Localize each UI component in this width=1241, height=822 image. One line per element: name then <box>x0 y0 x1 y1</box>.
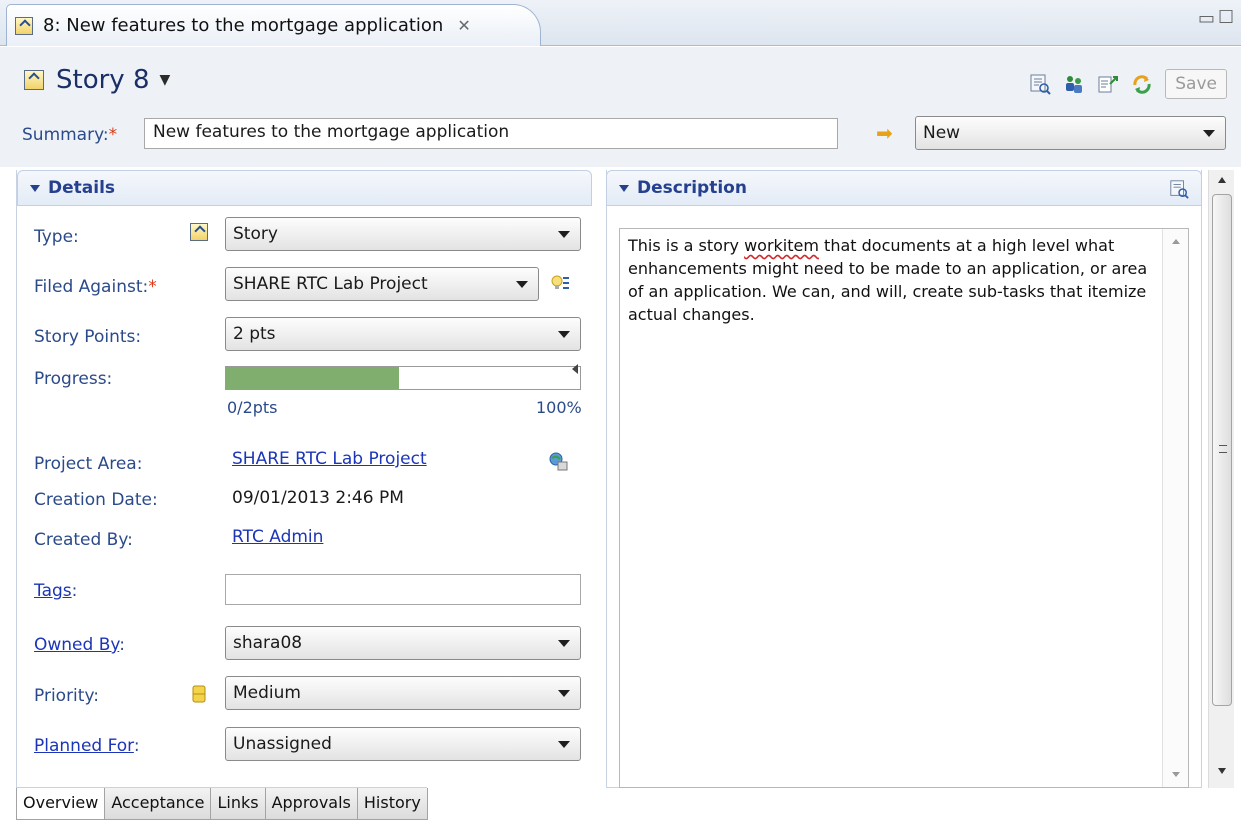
scroll-up-icon[interactable] <box>1172 239 1180 244</box>
created-by-label: Created By: <box>34 530 133 550</box>
project-area-icon[interactable] <box>547 450 569 472</box>
maximize-icon[interactable]: ☐ <box>1218 7 1234 28</box>
chevron-down-icon <box>558 690 570 697</box>
state-value: New <box>923 123 961 143</box>
filed-against-dropdown[interactable]: SHARE RTC Lab Project <box>225 267 539 301</box>
story-title-text: Story 8 <box>56 65 150 95</box>
type-label: Type: <box>34 227 79 247</box>
chevron-down-icon <box>558 741 570 748</box>
priority-medium-icon <box>192 685 206 703</box>
story-points-dropdown[interactable]: 2 pts <box>225 317 581 351</box>
tab-history[interactable]: History <box>356 788 428 820</box>
chevron-down-icon <box>1203 130 1215 137</box>
project-area-link[interactable]: SHARE RTC Lab Project <box>232 449 427 469</box>
state-dropdown[interactable]: New <box>915 116 1226 150</box>
chevron-down-icon <box>516 281 528 288</box>
story-icon <box>15 16 33 35</box>
chevron-down-icon <box>558 640 570 647</box>
minimize-icon[interactable]: ▭ <box>1198 8 1215 29</box>
chevron-down-icon[interactable]: ▼ <box>160 72 171 88</box>
subscribers-icon[interactable] <box>1063 73 1085 95</box>
progress-left-text: 0/2pts <box>227 398 278 417</box>
close-icon[interactable]: ✕ <box>457 16 470 35</box>
tab-links[interactable]: Links <box>210 788 266 820</box>
filed-against-label: Filed Against:* <box>34 277 157 297</box>
details-section: Details Type: Story Filed Against:* SHAR… <box>16 170 592 788</box>
story-type-icon <box>190 223 208 241</box>
summary-label: Summary:* <box>22 125 118 145</box>
work-item-header: Story 8 ▼ Save Summary:* New features to… <box>0 47 1241 167</box>
tags-input[interactable] <box>225 574 581 605</box>
planned-for-label: Planned For: <box>34 736 140 756</box>
browse-categories-icon[interactable] <box>550 273 570 293</box>
summary-input[interactable]: New features to the mortgage application <box>144 118 838 149</box>
scroll-up-icon[interactable] <box>1218 177 1226 183</box>
tags-link[interactable]: Tags <box>34 581 72 601</box>
priority-value: Medium <box>233 683 301 703</box>
owned-by-value: shara08 <box>233 633 303 653</box>
details-header[interactable]: Details <box>17 170 592 206</box>
export-icon[interactable] <box>1097 73 1119 95</box>
editor-tab[interactable]: 8: New features to the mortgage applicat… <box>6 4 541 46</box>
editor-scrollbar[interactable] <box>1208 170 1234 788</box>
chevron-down-icon <box>558 231 570 238</box>
owned-by-dropdown[interactable]: shara08 <box>225 626 581 660</box>
chevron-down-icon <box>558 331 570 338</box>
priority-label: Priority: <box>34 686 99 706</box>
priority-dropdown[interactable]: Medium <box>225 676 581 710</box>
scroll-down-icon[interactable] <box>1218 768 1226 774</box>
tags-label: Tags: <box>34 581 78 601</box>
details-title: Details <box>48 178 116 198</box>
tab-acceptance[interactable]: Acceptance <box>104 788 212 820</box>
editor-page-tabs: Overview Acceptance Links Approvals Hist… <box>16 787 428 820</box>
grip-icon <box>1219 445 1227 453</box>
refresh-icon[interactable] <box>1131 73 1153 95</box>
misspelled-word[interactable]: workitem <box>744 236 819 255</box>
tab-overview[interactable]: Overview <box>16 788 106 820</box>
scroll-down-icon[interactable] <box>1172 772 1180 777</box>
description-editor[interactable]: This is a story workitem that documents … <box>619 228 1189 788</box>
progress-marker-icon <box>572 364 578 374</box>
description-section: Description This is a story workitem tha… <box>606 170 1202 788</box>
scrollbar-thumb[interactable] <box>1212 194 1232 706</box>
description-header[interactable]: Description <box>606 170 1202 206</box>
find-icon[interactable] <box>1169 178 1189 200</box>
planned-for-link[interactable]: Planned For <box>34 736 134 756</box>
progress-right-text: 100% <box>536 398 582 417</box>
creation-date-value: 09/01/2013 2:46 PM <box>232 488 404 508</box>
collapse-icon[interactable] <box>30 184 40 192</box>
story-points-label: Story Points: <box>34 327 142 347</box>
editor-tab-title: 8: New features to the mortgage applicat… <box>43 15 444 36</box>
planned-for-value: Unassigned <box>233 734 332 754</box>
story-icon <box>24 70 44 90</box>
type-dropdown[interactable]: Story <box>225 217 581 251</box>
state-arrow-icon: ➡ <box>876 121 893 145</box>
find-icon[interactable] <box>1029 73 1051 95</box>
progress-label: Progress: <box>34 369 113 389</box>
story-title[interactable]: Story 8 ▼ <box>24 65 170 95</box>
type-value: Story <box>233 224 278 244</box>
planned-for-dropdown[interactable]: Unassigned <box>225 727 581 761</box>
description-text[interactable]: This is a story workitem that documents … <box>628 234 1148 326</box>
filed-against-value: SHARE RTC Lab Project <box>233 274 428 294</box>
description-scrollbar[interactable] <box>1162 229 1188 787</box>
progress-bar <box>225 366 581 390</box>
creation-date-label: Creation Date: <box>34 490 158 510</box>
story-points-value: 2 pts <box>233 324 276 344</box>
editor-tab-strip: 8: New features to the mortgage applicat… <box>0 0 1241 46</box>
tab-approvals[interactable]: Approvals <box>264 788 358 820</box>
project-area-label: Project Area: <box>34 454 143 474</box>
owned-by-label: Owned By: <box>34 635 125 655</box>
toolbar: Save <box>1029 69 1227 99</box>
collapse-icon[interactable] <box>619 184 629 192</box>
save-button[interactable]: Save <box>1165 69 1227 99</box>
owned-by-link[interactable]: Owned By <box>34 635 119 655</box>
progress-fill <box>226 367 400 389</box>
created-by-link[interactable]: RTC Admin <box>232 527 323 547</box>
description-title: Description <box>637 178 747 198</box>
